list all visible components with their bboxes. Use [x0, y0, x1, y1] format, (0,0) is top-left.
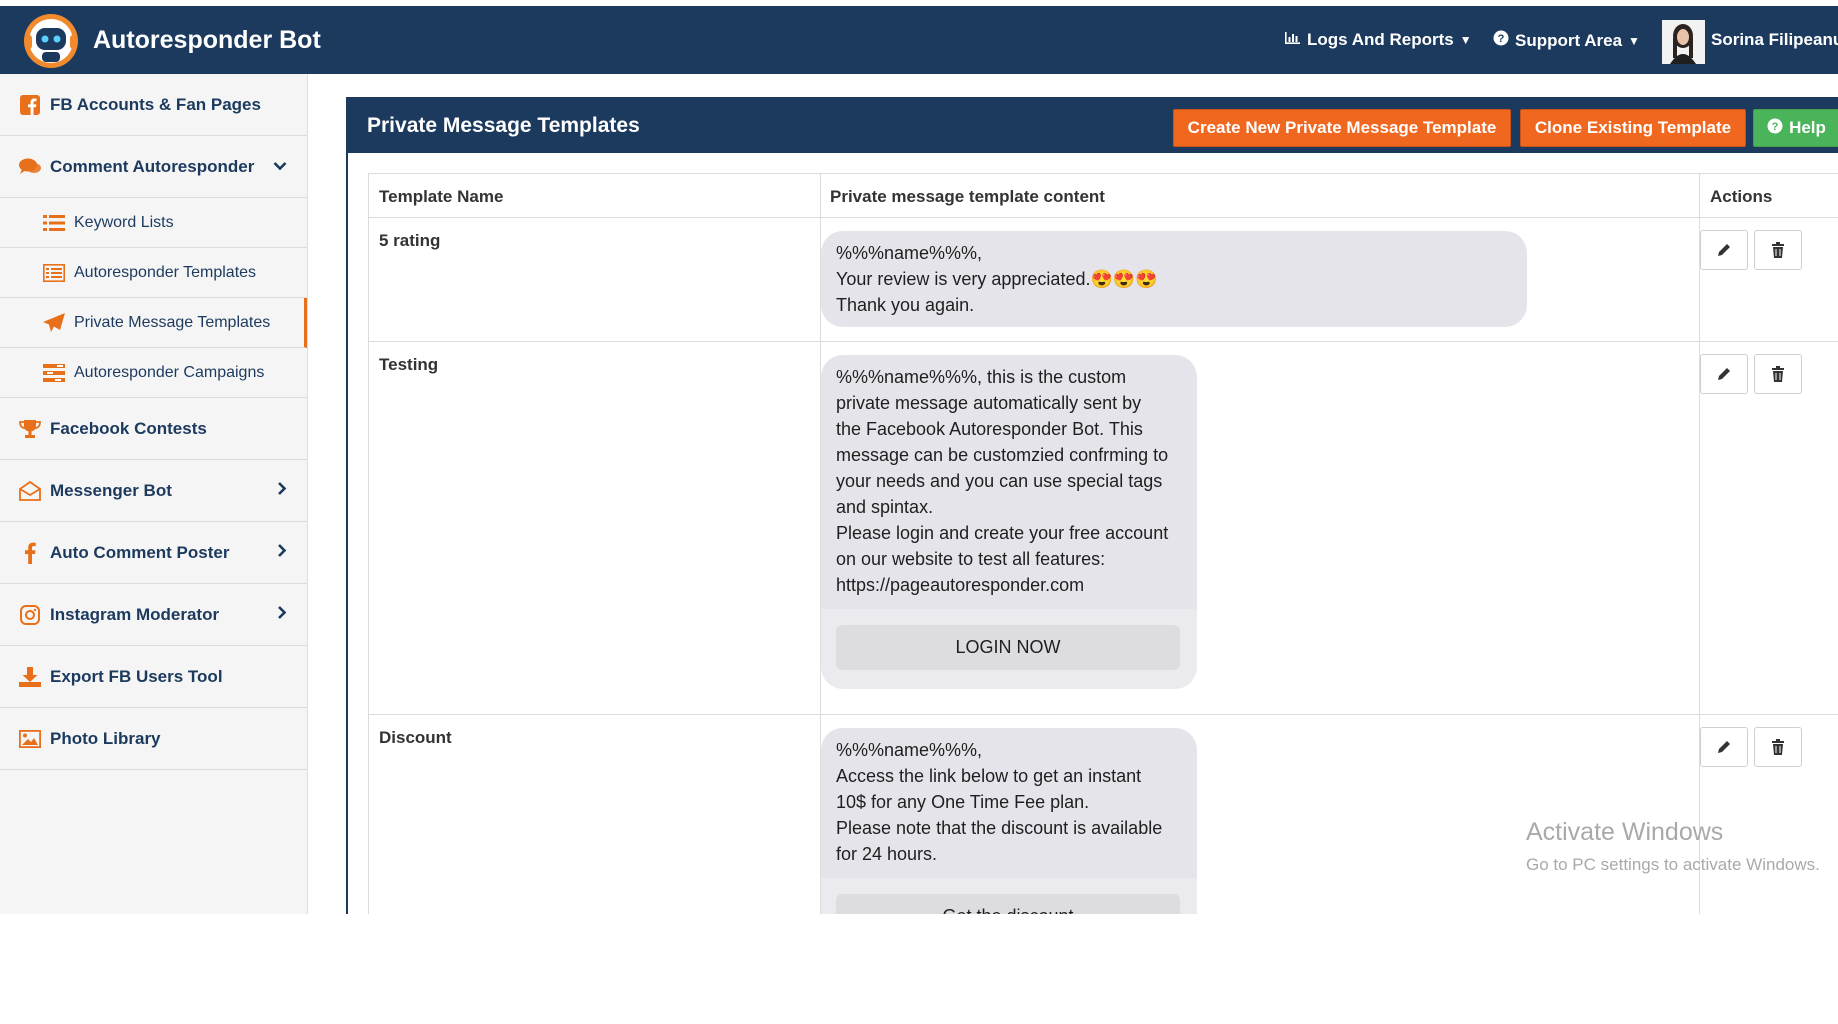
trash-icon: [1772, 739, 1784, 755]
trophy-icon: [18, 418, 42, 440]
sidebar-item-label: Messenger Bot: [50, 480, 172, 500]
pencil-icon: [1718, 741, 1730, 753]
chevron-right-icon: [277, 481, 287, 500]
nav-logs-label: Logs And Reports: [1307, 30, 1454, 49]
list-alt-icon: [42, 262, 66, 284]
help-label: Help: [1789, 118, 1826, 137]
nav-support-label: Support Area: [1515, 30, 1623, 50]
facebook-f-icon: [18, 542, 42, 564]
sidebar-item-comment-autoresponder[interactable]: Comment Autoresponder: [0, 136, 307, 198]
column-header-template-name: Template Name: [379, 187, 504, 206]
paper-plane-icon: [42, 312, 66, 334]
clone-template-button[interactable]: Clone Existing Template: [1520, 109, 1746, 147]
facebook-square-icon: [18, 94, 42, 116]
chevron-right-icon: [277, 543, 287, 562]
nav-support-area[interactable]: ? Support Area ▼: [1493, 30, 1640, 51]
chevron-down-icon: [273, 158, 287, 176]
tasks-icon: [42, 362, 66, 384]
sidebar-item-auto-comment-poster[interactable]: Auto Comment Poster: [0, 522, 307, 584]
question-circle-icon: ?: [1767, 118, 1783, 139]
message-cta-button[interactable]: LOGIN NOW: [836, 625, 1180, 670]
top-navbar: Autoresponder Bot Logs And Reports ▼ ? S…: [0, 6, 1838, 74]
sidebar-item-label: Private Message Templates: [74, 313, 271, 331]
sidebar-item-photo-library[interactable]: Photo Library: [0, 708, 307, 770]
user-name[interactable]: Sorina Filipeanu: [1711, 30, 1838, 50]
template-name: Testing: [379, 355, 439, 374]
sidebar-item-messenger-bot[interactable]: Messenger Bot: [0, 460, 307, 522]
sidebar-item-label: Comment Autoresponder: [50, 156, 255, 176]
delete-button[interactable]: [1754, 727, 1802, 767]
robot-logo-icon[interactable]: [20, 11, 82, 71]
message-preview-bubble: %%%name%%%, Access the link below to get…: [821, 728, 1197, 878]
panel-header: Private Message Templates Create New Pri…: [348, 97, 1838, 153]
message-button-area: LOGIN NOW: [821, 609, 1197, 689]
message-preview-bubble: %%%name%%%, Your review is very apprecia…: [821, 231, 1527, 327]
table-header: Template Name Private message template c…: [368, 173, 1838, 218]
templates-panel: Private Message Templates Create New Pri…: [346, 97, 1838, 914]
sidebar-item-label: Autoresponder Campaigns: [74, 363, 265, 381]
trash-icon: [1772, 366, 1784, 382]
column-header-content: Private message template content: [830, 187, 1105, 206]
message-button-area: Get the discount: [821, 878, 1197, 914]
download-icon: [18, 666, 42, 688]
bar-chart-icon: [1284, 30, 1301, 50]
watermark-subtitle: Go to PC settings to activate Windows.: [1526, 855, 1820, 874]
sidebar-item-autoresponder-campaigns[interactable]: Autoresponder Campaigns: [0, 348, 307, 398]
sidebar-item-label: FB Accounts & Fan Pages: [50, 94, 261, 114]
sidebar-item-label: Instagram Moderator: [50, 604, 220, 624]
template-name: Discount: [379, 728, 452, 747]
message-cta-button[interactable]: Get the discount: [836, 894, 1180, 914]
table-row: 5 rating %%%name%%%, Your review is very…: [368, 218, 1838, 342]
envelope-open-icon: [18, 480, 42, 502]
trash-icon: [1772, 242, 1784, 258]
brand-title[interactable]: Autoresponder Bot: [93, 26, 321, 55]
page-title: Private Message Templates: [367, 114, 640, 137]
app-screen: Autoresponder Bot Logs And Reports ▼ ? S…: [0, 0, 1838, 914]
table-row: Discount %%%name%%%, Access the link bel…: [368, 715, 1838, 914]
caret-down-icon: ▼: [1459, 33, 1472, 47]
sidebar-item-private-message-templates[interactable]: Private Message Templates: [0, 298, 307, 348]
delete-button[interactable]: [1754, 230, 1802, 270]
svg-text:?: ?: [1772, 121, 1779, 133]
message-preview-bubble: %%%name%%%, this is the custom private m…: [821, 355, 1197, 609]
question-circle-icon: ?: [1493, 30, 1509, 51]
caret-down-icon: ▼: [1628, 33, 1640, 48]
delete-button[interactable]: [1754, 354, 1802, 394]
list-icon: [42, 212, 66, 234]
create-template-button[interactable]: Create New Private Message Template: [1173, 109, 1511, 147]
edit-button[interactable]: [1700, 727, 1748, 767]
column-header-actions: Actions: [1710, 187, 1773, 206]
image-icon: [18, 728, 42, 750]
sidebar-item-autoresponder-templates[interactable]: Autoresponder Templates: [0, 248, 307, 298]
nav-logs-and-reports[interactable]: Logs And Reports ▼: [1284, 30, 1472, 50]
help-button[interactable]: ? Help: [1753, 109, 1838, 147]
sidebar-item-instagram-moderator[interactable]: Instagram Moderator: [0, 584, 307, 646]
edit-button[interactable]: [1700, 230, 1748, 270]
sidebar-item-label: Auto Comment Poster: [50, 542, 230, 562]
windows-activation-watermark: Activate Windows Go to PC settings to ac…: [1526, 818, 1820, 875]
edit-button[interactable]: [1700, 354, 1748, 394]
user-avatar[interactable]: [1662, 20, 1705, 64]
pencil-icon: [1718, 368, 1730, 380]
comments-icon: [18, 156, 42, 178]
sidebar-item-keyword-lists[interactable]: Keyword Lists: [0, 198, 307, 248]
sidebar-item-label: Export FB Users Tool: [50, 666, 223, 686]
sidebar-item-fb-accounts[interactable]: FB Accounts & Fan Pages: [0, 74, 307, 136]
instagram-icon: [18, 604, 42, 626]
watermark-title: Activate Windows: [1526, 818, 1724, 846]
sidebar-item-label: Facebook Contests: [50, 418, 207, 438]
table-row: Testing %%%name%%%, this is the custom p…: [368, 342, 1838, 715]
svg-text:?: ?: [1498, 33, 1505, 45]
sidebar-item-facebook-contests[interactable]: Facebook Contests: [0, 398, 307, 460]
pencil-icon: [1718, 244, 1730, 256]
sidebar-item-label: Photo Library: [50, 728, 161, 748]
sidebar-item-label: Keyword Lists: [74, 213, 174, 231]
chevron-right-icon: [277, 605, 287, 624]
template-name: 5 rating: [379, 231, 441, 250]
sidebar: FB Accounts & Fan Pages Comment Autoresp…: [0, 74, 308, 914]
sidebar-item-label: Autoresponder Templates: [74, 263, 257, 281]
sidebar-item-export-fb-users[interactable]: Export FB Users Tool: [0, 646, 307, 708]
